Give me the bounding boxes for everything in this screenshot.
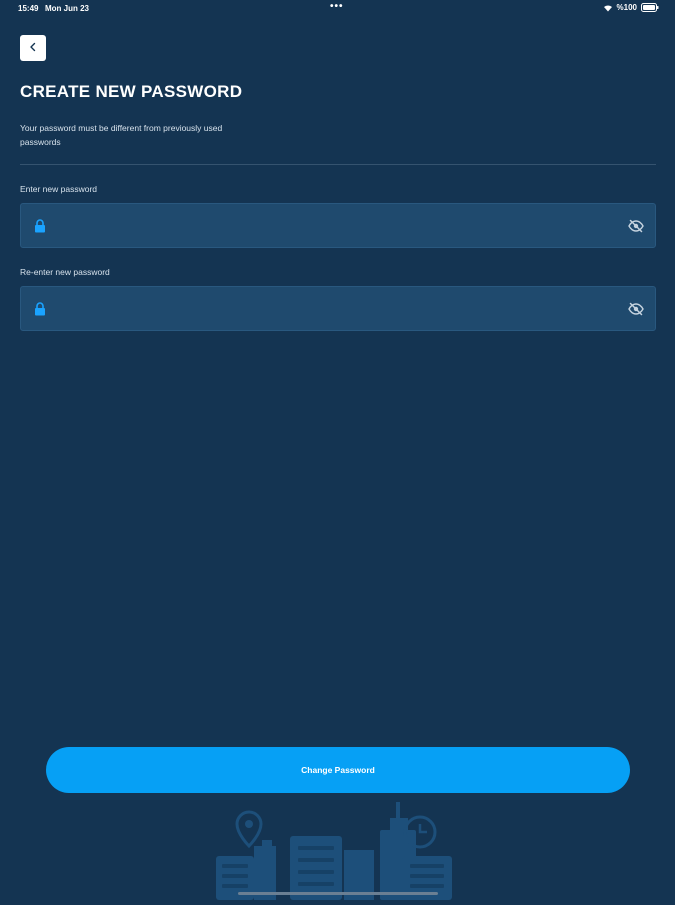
divider — [20, 164, 656, 165]
status-date: Mon Jun 23 — [45, 4, 90, 13]
battery-percentage: %100 — [616, 3, 637, 12]
status-time: 15:49 — [18, 4, 39, 13]
confirm-password-label: Re-enter new password — [20, 267, 110, 277]
page-title: CREATE NEW PASSWORD — [20, 82, 243, 101]
status-indicators: %100 — [603, 3, 659, 12]
eye-off-icon[interactable] — [628, 219, 644, 233]
new-password-label: Enter new password — [20, 184, 98, 194]
back-button[interactable] — [20, 35, 46, 61]
confirm-password-field[interactable] — [20, 286, 656, 332]
page-subtitle: Your password must be different from pre… — [20, 123, 223, 147]
city-illustration — [210, 800, 465, 900]
lock-icon — [34, 302, 46, 316]
home-indicator[interactable] — [238, 892, 438, 895]
eye-off-icon[interactable] — [628, 302, 644, 316]
status-bar: 15:49 Mon Jun 23 ••• %100 — [0, 0, 675, 16]
wifi-icon — [603, 4, 613, 12]
confirm-password-input[interactable] — [55, 287, 619, 332]
change-password-button[interactable]: Change Password — [46, 747, 630, 793]
multitasking-dots[interactable]: ••• — [330, 1, 344, 12]
new-password-input[interactable] — [55, 204, 619, 249]
new-password-field[interactable] — [20, 203, 656, 249]
battery-icon — [641, 3, 659, 12]
chevron-left-icon — [28, 39, 38, 57]
lock-icon — [34, 219, 46, 233]
